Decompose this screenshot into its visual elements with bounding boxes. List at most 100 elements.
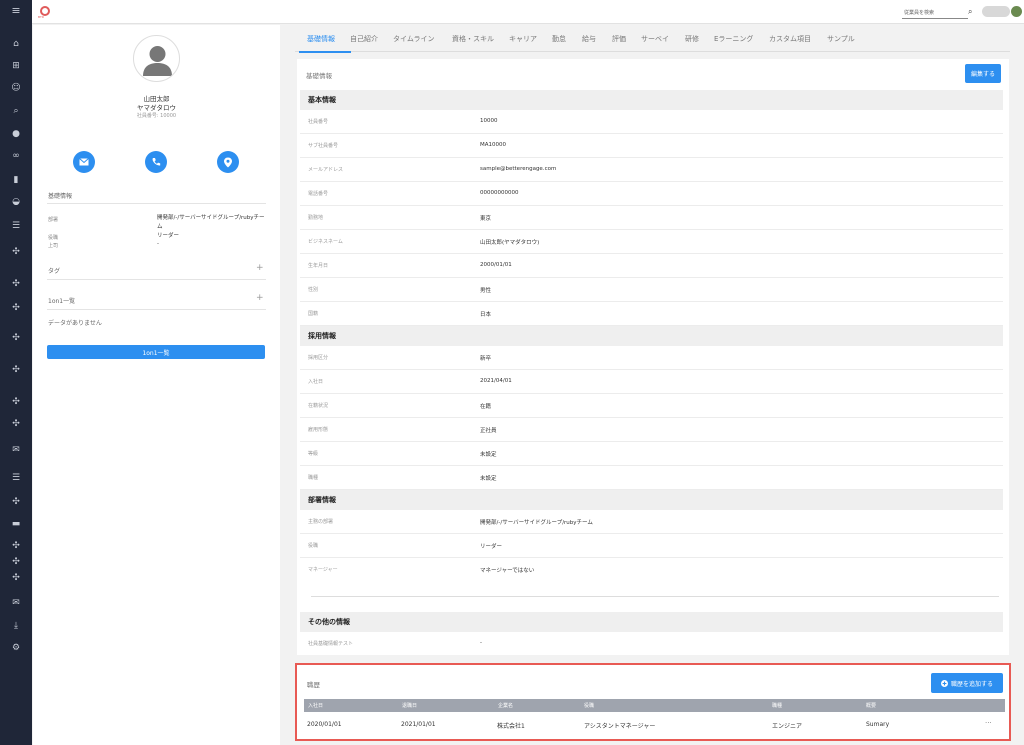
chat-icon[interactable]: ● <box>0 126 32 142</box>
user-check-icon[interactable]: ☺ <box>0 80 32 96</box>
user-silhouette-icon <box>143 46 172 76</box>
info-row: マネージャー マネージャーではない <box>300 558 1003 582</box>
info-key: メールアドレス <box>308 167 344 173</box>
info-key: 入社日 <box>308 379 324 385</box>
add-oneonone-icon[interactable]: + <box>256 293 264 303</box>
settings-icon[interactable]: ✣ <box>0 538 32 554</box>
link-icon[interactable]: ∞ <box>0 148 32 164</box>
info-key: 生年月日 <box>308 263 329 269</box>
info-key: 電話番号 <box>308 191 329 197</box>
sidebar-rail: ≡ ⌂ ⊞ ☺ ⌕ ● ∞ ▮ ◒ ☰ ✣ ✣ ✣ ✣ ✣ ✣ ✣ ✉ ☰ ✣ … <box>0 0 32 745</box>
tab-survey[interactable]: サーベイ <box>641 34 669 44</box>
table-cell: アシスタントマネージャー <box>584 723 656 730</box>
tab-custom-items[interactable]: カスタム項目 <box>769 34 811 44</box>
avatar <box>133 35 180 82</box>
tab-career[interactable]: キャリア <box>509 34 537 44</box>
email-button[interactable] <box>73 151 95 173</box>
settings-icon[interactable]: ✣ <box>0 300 32 316</box>
tab-training[interactable]: 研修 <box>685 34 699 44</box>
table-cell: Sumary <box>866 721 890 728</box>
info-value: 日本 <box>480 312 492 318</box>
info-value: 新卒 <box>480 356 492 362</box>
map-pin-icon <box>224 157 232 167</box>
list-icon[interactable]: ☰ <box>0 218 32 234</box>
info-key: 役職 <box>308 543 319 549</box>
settings-icon[interactable]: ✣ <box>0 276 32 292</box>
info-key: 在籍状況 <box>308 403 329 409</box>
tab-evaluation[interactable]: 評価 <box>612 34 626 44</box>
info-value: 在籍 <box>480 404 492 410</box>
minus-icon[interactable]: ▬ <box>0 516 32 532</box>
settings-icon[interactable]: ✣ <box>0 394 32 410</box>
tab-elearning[interactable]: Eラーニング <box>714 34 753 44</box>
settings-icon[interactable]: ✣ <box>0 554 32 570</box>
settings-icon[interactable]: ✣ <box>0 362 32 378</box>
mail-icon[interactable]: ✉ <box>0 442 32 458</box>
info-value: 未設定 <box>480 476 497 482</box>
mail-icon[interactable]: ✉ <box>0 595 32 611</box>
info-value: 2000/01/01 <box>480 262 512 268</box>
field-value-boss: - <box>157 241 159 247</box>
user-name-blurred[interactable] <box>982 6 1010 17</box>
edit-button[interactable]: 編集する <box>965 64 1001 83</box>
info-key: マネージャー <box>308 567 338 573</box>
settings-icon[interactable]: ✣ <box>0 244 32 260</box>
avatar[interactable] <box>1011 6 1022 17</box>
info-key: 等級 <box>308 451 319 457</box>
info-key: 性別 <box>308 287 319 293</box>
settings-icon[interactable]: ✣ <box>0 330 32 346</box>
settings-icon[interactable]: ✣ <box>0 570 32 586</box>
info-value: 10000 <box>480 118 498 124</box>
info-row: 社員基礎情報テスト - <box>300 632 1003 656</box>
info-key: 職種 <box>308 475 319 481</box>
search-icon[interactable]: ⌕ <box>968 7 972 17</box>
gear-icon[interactable]: ⚙ <box>0 640 32 656</box>
column-header: 退職日 <box>402 703 418 709</box>
employee-number: 社員番号: 10000 <box>136 113 177 119</box>
tab-timeline[interactable]: タイムライン <box>393 34 435 44</box>
signal-icon[interactable]: ▮ <box>0 172 32 188</box>
employee-search-input[interactable]: 従業員を検索 <box>902 6 968 19</box>
info-key: ビジネスネーム <box>308 239 343 245</box>
download-icon[interactable]: ⤓ <box>0 618 32 634</box>
row-menu-icon[interactable]: ··· <box>985 719 992 727</box>
divider <box>47 309 266 310</box>
tab-salary[interactable]: 給与 <box>582 34 596 44</box>
settings-icon[interactable]: ✣ <box>0 416 32 432</box>
info-value: - <box>480 640 482 646</box>
settings-icon[interactable]: ✣ <box>0 494 32 510</box>
tab-basic-info[interactable]: 基礎情報 <box>307 34 335 44</box>
info-value: 2021/04/01 <box>480 378 512 384</box>
field-value-position: リーダー <box>157 233 180 239</box>
search-icon[interactable]: ⌕ <box>0 103 32 119</box>
table-cell: エンジニア <box>772 723 803 730</box>
phone-icon <box>152 158 161 166</box>
location-button[interactable] <box>217 151 239 173</box>
gauge-icon[interactable]: ◒ <box>0 194 32 210</box>
info-key: 勤務地 <box>308 215 324 221</box>
phone-button[interactable] <box>145 151 167 173</box>
mail-icon <box>79 158 89 166</box>
oneonone-list-button[interactable]: 1on1一覧 <box>47 345 265 359</box>
tab-sample[interactable]: サンプル <box>827 34 855 44</box>
add-tag-icon[interactable]: + <box>256 263 264 273</box>
info-key: 雇用形態 <box>308 427 329 433</box>
app-window: ≡ ⌂ ⊞ ☺ ⌕ ● ∞ ▮ ◒ ☰ ✣ ✣ ✣ ✣ ✣ ✣ ✣ ✉ ☰ ✣ … <box>0 0 1024 745</box>
info-value: 未設定 <box>480 452 497 458</box>
home-icon[interactable]: ⌂ <box>0 36 32 52</box>
hamburger-menu-icon[interactable]: ≡ <box>0 2 32 18</box>
field-key-boss: 上司 <box>48 243 59 249</box>
list-icon[interactable]: ☰ <box>0 470 32 486</box>
column-header: 役職 <box>584 703 595 709</box>
org-chart-icon[interactable]: ⊞ <box>0 58 32 74</box>
info-row: 雇用形態 正社員 <box>300 418 1003 442</box>
section-heading-department: 部署情報 <box>300 490 1003 510</box>
info-value: 男性 <box>480 288 492 294</box>
tab-skills[interactable]: 資格・スキル <box>452 34 494 44</box>
tab-attendance[interactable]: 勤怠 <box>552 34 566 44</box>
table-cell: 2020/01/01 <box>307 721 342 728</box>
add-history-button[interactable]: 職歴を追加する <box>931 673 1003 693</box>
tab-self-intro[interactable]: 自己紹介 <box>350 34 378 44</box>
divider <box>47 203 266 204</box>
add-history-label: 職歴を追加する <box>950 680 993 688</box>
